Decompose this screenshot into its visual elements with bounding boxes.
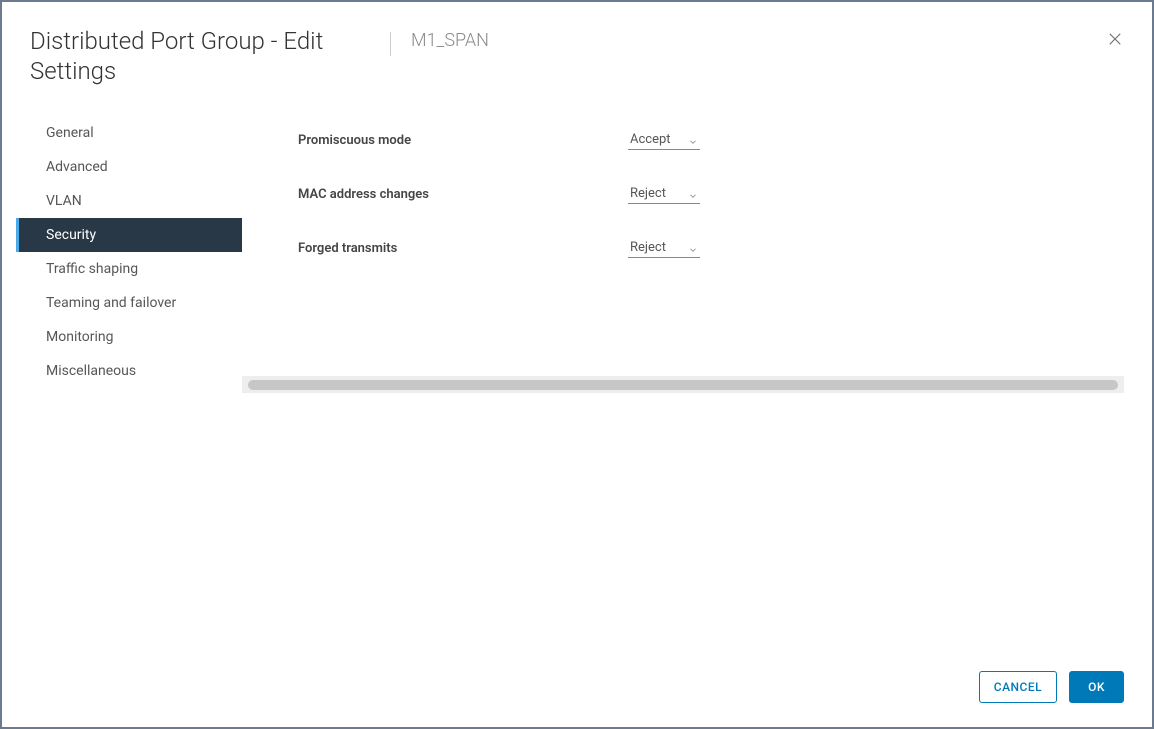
dialog-footer: CANCEL OK (2, 655, 1152, 727)
chevron-down-icon (688, 136, 698, 151)
dialog-title: Distributed Port Group - Edit Settings (30, 26, 370, 86)
select-forged-transmits[interactable]: Reject (628, 238, 700, 258)
sidebar: General Advanced VLAN Security Traffic s… (16, 112, 242, 655)
sidebar-item-security[interactable]: Security (16, 218, 242, 252)
sidebar-item-label: Teaming and failover (46, 295, 176, 311)
row-promiscuous-mode: Promiscuous mode Accept (298, 130, 1124, 150)
header-divider (390, 32, 391, 56)
sidebar-item-label: VLAN (46, 193, 82, 209)
main-panel: Promiscuous mode Accept MAC address chan… (242, 112, 1124, 655)
sidebar-item-label: Miscellaneous (46, 363, 136, 379)
dialog-subtitle: M1_SPAN (411, 30, 489, 51)
ok-button[interactable]: OK (1069, 671, 1124, 703)
button-label: CANCEL (994, 680, 1042, 694)
chevron-down-icon (688, 190, 698, 205)
sidebar-item-general[interactable]: General (16, 116, 242, 150)
label-promiscuous-mode: Promiscuous mode (298, 133, 628, 148)
row-forged-transmits: Forged transmits Reject (298, 238, 1124, 258)
label-forged-transmits: Forged transmits (298, 241, 628, 256)
select-value: Accept (630, 132, 671, 147)
sidebar-item-label: Security (46, 227, 96, 243)
button-label: OK (1088, 680, 1105, 694)
select-value: Reject (630, 186, 666, 201)
dialog-header: Distributed Port Group - Edit Settings M… (2, 2, 1152, 94)
sidebar-item-miscellaneous[interactable]: Miscellaneous (16, 354, 242, 388)
sidebar-item-vlan[interactable]: VLAN (16, 184, 242, 218)
row-mac-address-changes: MAC address changes Reject (298, 184, 1124, 204)
close-icon (1106, 33, 1124, 52)
cancel-button[interactable]: CANCEL (979, 671, 1057, 703)
select-value: Reject (630, 240, 666, 255)
edit-settings-dialog: Distributed Port Group - Edit Settings M… (0, 0, 1154, 729)
sidebar-item-teaming-failover[interactable]: Teaming and failover (16, 286, 242, 320)
sidebar-item-label: Advanced (46, 159, 108, 175)
dialog-body: General Advanced VLAN Security Traffic s… (2, 94, 1152, 655)
select-promiscuous-mode[interactable]: Accept (628, 130, 700, 150)
chevron-down-icon (688, 244, 698, 259)
close-button[interactable] (1106, 30, 1124, 52)
sidebar-item-label: Traffic shaping (46, 261, 138, 277)
select-mac-address-changes[interactable]: Reject (628, 184, 700, 204)
sidebar-item-advanced[interactable]: Advanced (16, 150, 242, 184)
horizontal-scrollbar[interactable] (242, 376, 1124, 393)
scrollbar-thumb[interactable] (248, 380, 1118, 390)
sidebar-item-monitoring[interactable]: Monitoring (16, 320, 242, 354)
sidebar-item-label: General (46, 125, 94, 141)
sidebar-item-label: Monitoring (46, 329, 114, 345)
sidebar-item-traffic-shaping[interactable]: Traffic shaping (16, 252, 242, 286)
label-mac-address-changes: MAC address changes (298, 187, 628, 202)
